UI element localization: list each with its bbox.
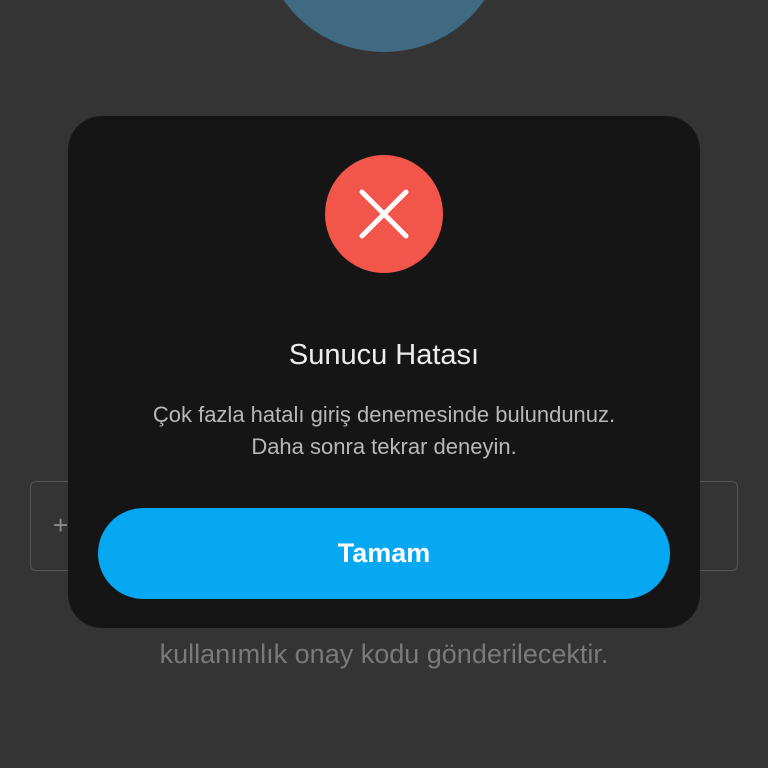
info-text: kullanımlık onay kodu gönderilecektir.	[159, 639, 609, 669]
phone-prefix: +	[53, 510, 69, 540]
error-dialog: Sunucu Hatası Çok fazla hatalı giriş den…	[68, 116, 700, 628]
dialog-message-line-1: Çok fazla hatalı giriş denemesinde bulun…	[152, 402, 616, 427]
avatar	[264, 0, 504, 52]
dialog-title: Sunucu Hatası	[288, 339, 480, 371]
dialog-message-line-2: Daha sonra tekrar deneyin.	[251, 434, 517, 459]
ok-button[interactable]: Tamam	[98, 508, 670, 599]
error-x-icon	[325, 155, 443, 273]
